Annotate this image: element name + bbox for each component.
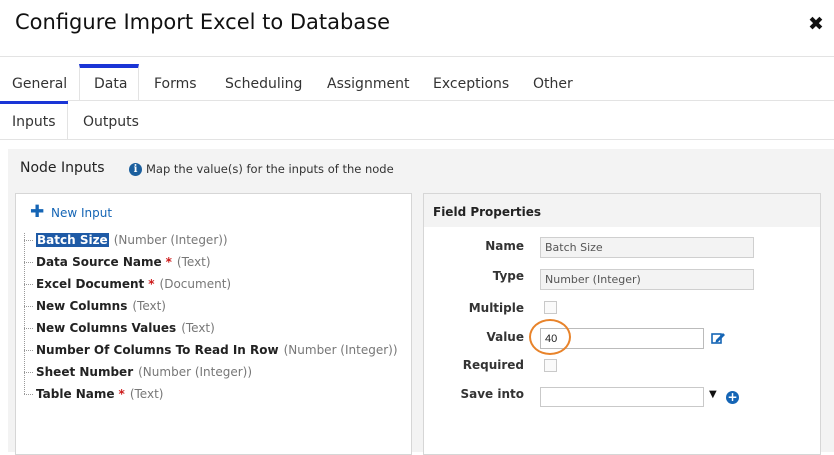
info-icon: i (129, 163, 142, 176)
tree-item-type: (Number (Integer)) (138, 365, 253, 379)
tree-branch (24, 262, 34, 263)
tree-item-name[interactable]: Number Of Columns To Read In Row (36, 343, 279, 357)
tree-item-name[interactable]: Data Source Name (36, 255, 162, 269)
required-marker: * (148, 277, 155, 291)
tabs-divider (0, 100, 834, 101)
tree-item-type: (Document) (159, 277, 232, 291)
tab-other[interactable]: Other (533, 76, 573, 92)
close-icon[interactable]: ✖ (808, 13, 824, 35)
name-label: Name (485, 239, 524, 253)
tree-item-new-columns-values[interactable]: New Columns Values (Text) (24, 321, 215, 337)
multiple-label: Multiple (468, 301, 524, 315)
dialog-title: Configure Import Excel to Database (15, 10, 391, 34)
tree-item-number-of-columns-to-read-in-row[interactable]: Number Of Columns To Read In Row (Number … (24, 343, 398, 359)
name-field: Batch Size (540, 237, 754, 258)
subtabs-divider (0, 139, 834, 140)
node-inputs-info-text: Map the value(s) for the inputs of the n… (146, 162, 394, 176)
value-highlight-ring (529, 319, 571, 355)
title-divider (0, 56, 834, 57)
tree-item-sheet-number[interactable]: Sheet Number (Number (Integer)) (24, 365, 252, 381)
tree-item-new-columns[interactable]: New Columns (Text) (24, 299, 166, 315)
tree-item-type: (Text) (129, 387, 164, 401)
type-label: Type (492, 269, 524, 283)
tab-scheduling[interactable]: Scheduling (225, 76, 302, 92)
tree-branch (24, 328, 34, 329)
edit-icon[interactable] (711, 331, 726, 344)
field-properties-box (423, 193, 821, 455)
tree-branch (24, 372, 34, 373)
add-variable-icon[interactable]: + (726, 391, 739, 404)
subtab-outputs[interactable]: Outputs (83, 114, 139, 130)
tree-branch (24, 240, 34, 241)
node-inputs-title: Node Inputs (20, 160, 105, 176)
tab-data[interactable]: Data (94, 76, 127, 92)
tab-exceptions[interactable]: Exceptions (433, 76, 509, 92)
required-checkbox[interactable] (544, 359, 557, 372)
tab-forms[interactable]: Forms (154, 76, 197, 92)
tree-branch (24, 394, 34, 395)
subtab-inputs[interactable]: Inputs (12, 114, 56, 130)
tab-general-underline (0, 101, 68, 104)
tree-item-table-name[interactable]: Table Name * (Text) (24, 387, 163, 403)
tree-item-type: (Number (Integer)) (113, 233, 228, 247)
tree-item-name[interactable]: New Columns Values (36, 321, 176, 335)
tree-branch (24, 306, 34, 307)
tree-item-type: (Text) (181, 321, 215, 335)
tree-branch (24, 350, 34, 351)
save-into-select[interactable] (540, 387, 704, 407)
tree-item-batch-size[interactable]: Batch Size (Number (Integer)) (24, 233, 228, 249)
value-label: Value (486, 330, 524, 344)
tree-item-type: (Text) (176, 255, 211, 269)
required-marker: * (165, 255, 172, 269)
type-field: Number (Integer) (540, 269, 754, 290)
tree-item-name[interactable]: Table Name (36, 387, 115, 401)
plus-icon[interactable]: ✚ (30, 204, 44, 221)
tree-item-type: (Text) (132, 299, 166, 313)
tab-general[interactable]: General (12, 76, 67, 92)
tree-branch (24, 284, 34, 285)
tree-item-name[interactable]: Sheet Number (36, 365, 133, 379)
tree-item-excel-document[interactable]: Excel Document * (Document) (24, 277, 231, 293)
tree-item-name[interactable]: Batch Size (36, 233, 109, 247)
tree-item-type: (Number (Integer)) (283, 343, 398, 357)
new-input-link[interactable]: New Input (51, 206, 112, 220)
tree-item-name[interactable]: Excel Document (36, 277, 144, 291)
tree-item-data-source-name[interactable]: Data Source Name * (Text) (24, 255, 211, 271)
save-into-label: Save into (460, 387, 524, 401)
multiple-checkbox[interactable] (544, 301, 557, 314)
chevron-down-icon[interactable]: ▼ (709, 389, 717, 400)
field-properties-title: Field Properties (433, 205, 542, 219)
required-label: Required (462, 358, 524, 372)
tab-assignment[interactable]: Assignment (327, 76, 409, 92)
required-marker: * (118, 387, 125, 401)
tree-item-name[interactable]: New Columns (36, 299, 127, 313)
